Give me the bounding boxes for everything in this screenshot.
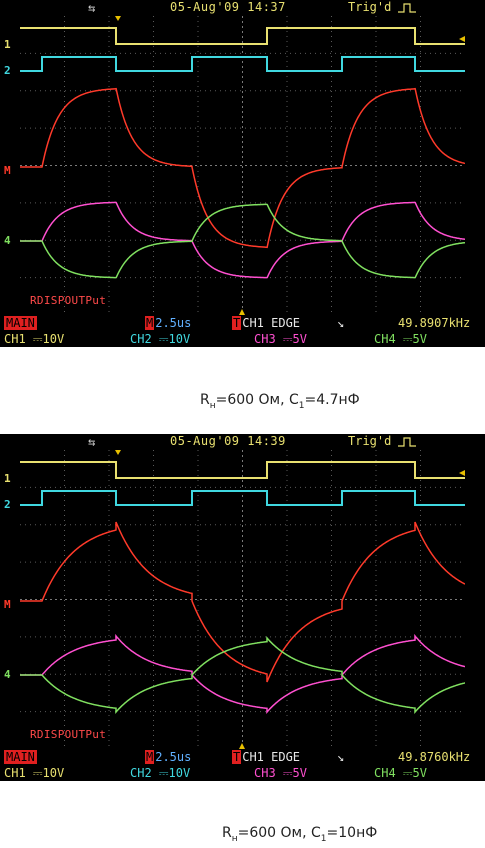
ch4-scale: CH4 ⎓5V <box>374 332 427 346</box>
trigger-position-marker <box>115 16 121 21</box>
timebase-mode: MAIN <box>4 316 37 330</box>
trigger-source: T CH1 EDGE <box>232 316 301 330</box>
math-marker: M <box>4 164 11 177</box>
trigger-level-marker <box>459 36 465 42</box>
frequency: 49.8760kHz <box>398 750 471 764</box>
math-marker: M <box>4 598 11 611</box>
timebase: M 2.5us <box>145 316 192 330</box>
timebase-mode: MAIN <box>4 750 37 764</box>
trigger-level-marker <box>459 470 465 476</box>
date-time: 05-Aug'09 14:37 <box>170 0 286 14</box>
trigger-source-value: CH1 EDGE <box>242 750 301 764</box>
falling-slope-icon: ↘ <box>337 316 345 330</box>
trigger-position-marker <box>115 450 121 455</box>
ch1-marker: 1 <box>4 472 11 485</box>
scope-info-bar: MAIN M 2.5us T CH1 EDGE ↘ 49.8760kHz CH1 ⎓… <box>0 749 485 781</box>
scope-info-bar: MAIN M 2.5us T CH1 EDGE ↘ 49.8907kHz CH1 ⎓… <box>0 315 485 347</box>
ch2-trace <box>20 56 465 72</box>
trigger-source-value: CH1 EDGE <box>242 316 301 330</box>
ch2-scale: CH2 ⎓10V <box>130 332 191 346</box>
trigger-source: T CH1 EDGE <box>232 750 301 764</box>
rising-edge-icon <box>398 437 416 447</box>
ch2-trace <box>20 490 465 506</box>
caption-1: Rн=600 Ом, C1=4.7нФ <box>200 392 360 411</box>
usb-icon: ⇆ <box>88 435 96 449</box>
trigger-status: Trig'd <box>348 0 392 14</box>
oscilloscope-screenshot-2: ⇆ 05-Aug'09 14:39 Trig'd RDISPOUTPut 1 2… <box>0 434 485 781</box>
ch2-marker: 2 <box>4 64 11 77</box>
ch1-scale: CH1 ⎓10V <box>4 332 65 346</box>
date-time: 05-Aug'09 14:39 <box>170 434 286 448</box>
caption-2: Rн=600 Ом, C1=10нФ <box>222 825 378 844</box>
oscilloscope-screenshot-1: ⇆ 05-Aug'09 14:37 Trig'd RDISPOUTPut 1 2… <box>0 0 485 347</box>
frequency: 49.8907kHz <box>398 316 471 330</box>
ch4-scale: CH4 ⎓5V <box>374 766 427 780</box>
ch2-scale: CH2 ⎓10V <box>130 766 191 780</box>
rising-edge-icon <box>398 3 416 13</box>
timebase-value: 2.5us <box>155 316 192 330</box>
usb-icon: ⇆ <box>88 1 96 15</box>
status-bar: ⇆ 05-Aug'09 14:39 Trig'd <box>0 434 485 450</box>
falling-slope-icon: ↘ <box>337 750 345 764</box>
ch4-marker: 4 <box>4 234 11 247</box>
overlay-label: RDISPOUTPut <box>30 728 107 741</box>
waveform-display: RDISPOUTPut <box>20 450 465 749</box>
trigger-status: Trig'd <box>348 434 392 448</box>
ch3-scale: CH3 ⎓5V <box>254 332 307 346</box>
status-bar: ⇆ 05-Aug'09 14:37 Trig'd <box>0 0 485 16</box>
overlay-label: RDISPOUTPut <box>30 294 107 307</box>
timebase-value: 2.5us <box>155 750 192 764</box>
timebase: M 2.5us <box>145 750 192 764</box>
graticule <box>20 16 465 315</box>
ch4-marker: 4 <box>4 668 11 681</box>
ch2-marker: 2 <box>4 498 11 511</box>
ch1-scale: CH1 ⎓10V <box>4 766 65 780</box>
waveform-display: RDISPOUTPut <box>20 16 465 315</box>
ch1-marker: 1 <box>4 38 11 51</box>
ch3-scale: CH3 ⎓5V <box>254 766 307 780</box>
